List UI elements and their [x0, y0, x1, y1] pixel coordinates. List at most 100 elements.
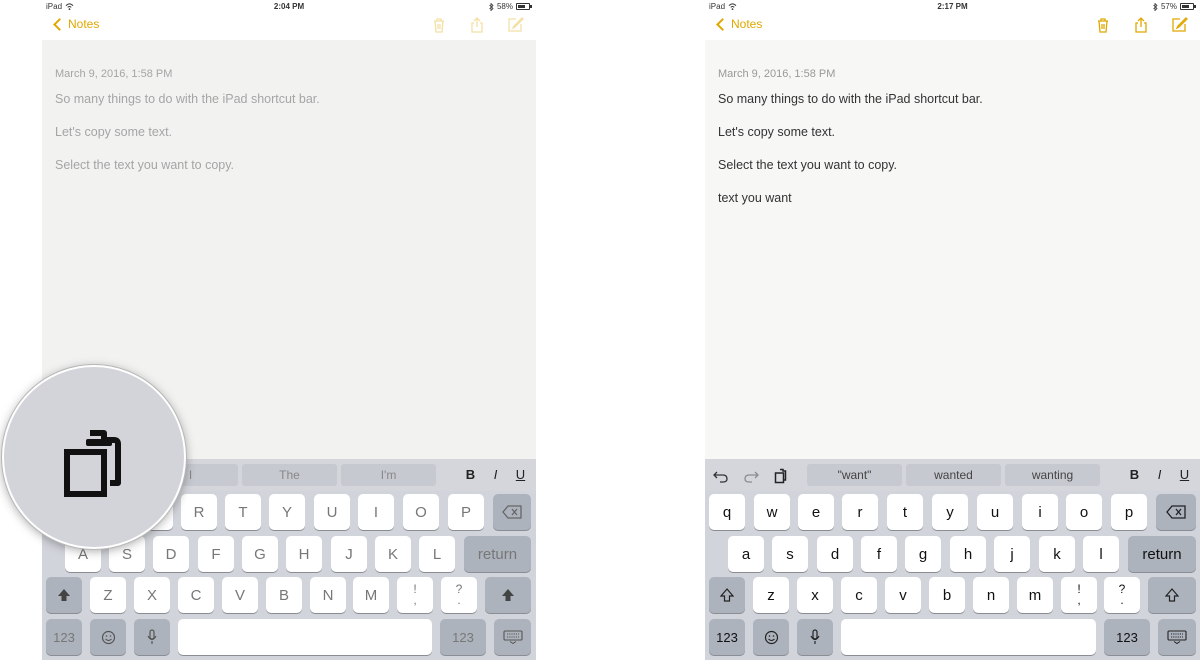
key-h[interactable]: h: [950, 536, 986, 572]
key-k[interactable]: K: [375, 536, 411, 572]
key-t[interactable]: T: [225, 494, 261, 530]
underline-button[interactable]: U: [515, 467, 526, 482]
key-j[interactable]: j: [994, 536, 1030, 572]
share-icon[interactable]: [1132, 16, 1150, 34]
key-v[interactable]: V: [222, 577, 258, 613]
key-r[interactable]: R: [181, 494, 217, 530]
key-k[interactable]: k: [1039, 536, 1075, 572]
bold-button[interactable]: B: [465, 467, 476, 482]
dictation-key[interactable]: [134, 619, 170, 655]
key-j[interactable]: J: [331, 536, 367, 572]
key-e[interactable]: e: [798, 494, 834, 530]
key-g[interactable]: g: [905, 536, 941, 572]
note-line[interactable]: Select the text you want to copy.: [718, 159, 983, 172]
key-x[interactable]: x: [797, 577, 833, 613]
note-line[interactable]: Let's copy some text.: [55, 126, 320, 139]
redo-icon[interactable]: [743, 468, 759, 484]
return-key[interactable]: return: [464, 536, 531, 572]
key-l[interactable]: l: [1083, 536, 1119, 572]
back-button[interactable]: Notes: [715, 17, 762, 31]
key-c[interactable]: C: [178, 577, 214, 613]
key-u[interactable]: u: [977, 494, 1013, 530]
dismiss-keyboard-key[interactable]: [494, 619, 531, 655]
key-m[interactable]: M: [353, 577, 389, 613]
key-o[interactable]: o: [1066, 494, 1102, 530]
key-x[interactable]: X: [134, 577, 170, 613]
note-body[interactable]: March 9, 2016, 1:58 PM So many things to…: [718, 68, 983, 225]
prediction-2[interactable]: The: [242, 464, 337, 486]
key-r[interactable]: r: [842, 494, 878, 530]
emoji-key[interactable]: [753, 619, 789, 655]
key-o[interactable]: O: [403, 494, 439, 530]
key-p[interactable]: p: [1111, 494, 1147, 530]
key-d[interactable]: d: [817, 536, 853, 572]
numbers-key-right[interactable]: 123: [440, 619, 486, 655]
return-key[interactable]: return: [1128, 536, 1196, 572]
key-f[interactable]: F: [198, 536, 234, 572]
key-p[interactable]: P: [448, 494, 484, 530]
key-n[interactable]: N: [310, 577, 346, 613]
key-y[interactable]: Y: [269, 494, 305, 530]
numbers-key-left[interactable]: 123: [46, 619, 82, 655]
trash-icon[interactable]: [1094, 16, 1112, 34]
prediction-3[interactable]: I'm: [341, 464, 436, 486]
key-s[interactable]: s: [772, 536, 808, 572]
key-a[interactable]: a: [728, 536, 764, 572]
key-n[interactable]: n: [973, 577, 1009, 613]
underline-button[interactable]: U: [1179, 467, 1190, 482]
shift-key-left[interactable]: [709, 577, 745, 613]
bold-button[interactable]: B: [1129, 467, 1140, 482]
key-z[interactable]: z: [753, 577, 789, 613]
note-line[interactable]: text you want: [718, 192, 983, 205]
key-u[interactable]: U: [314, 494, 350, 530]
shift-key-right[interactable]: [1148, 577, 1196, 613]
key-v[interactable]: v: [885, 577, 921, 613]
key-t[interactable]: t: [887, 494, 923, 530]
key-d[interactable]: D: [153, 536, 189, 572]
dismiss-keyboard-key[interactable]: [1158, 619, 1196, 655]
compose-icon[interactable]: [1170, 16, 1188, 34]
emoji-key[interactable]: [90, 619, 126, 655]
note-body[interactable]: March 9, 2016, 1:58 PM So many things to…: [55, 68, 320, 192]
paste-icon[interactable]: [773, 468, 789, 484]
shift-key-left[interactable]: [46, 577, 82, 613]
key-w[interactable]: w: [754, 494, 790, 530]
note-line[interactable]: So many things to do with the iPad short…: [718, 93, 983, 106]
space-key[interactable]: [841, 619, 1096, 655]
prediction-2[interactable]: wanted: [906, 464, 1001, 486]
key-m[interactable]: m: [1017, 577, 1053, 613]
back-button[interactable]: Notes: [52, 17, 99, 31]
key-exclaim-comma[interactable]: ! ,: [397, 577, 433, 613]
key-h[interactable]: H: [286, 536, 322, 572]
backspace-key[interactable]: [493, 494, 531, 530]
key-i[interactable]: i: [1022, 494, 1058, 530]
shift-key-right[interactable]: [485, 577, 531, 613]
key-question-period[interactable]: ? .: [441, 577, 477, 613]
key-exclaim-comma[interactable]: ! ,: [1061, 577, 1097, 613]
note-line[interactable]: So many things to do with the iPad short…: [55, 93, 320, 106]
compose-icon[interactable]: [506, 16, 524, 34]
numbers-key-left[interactable]: 123: [709, 619, 745, 655]
prediction-1[interactable]: "want": [807, 464, 902, 486]
space-key[interactable]: [178, 619, 432, 655]
key-b[interactable]: b: [929, 577, 965, 613]
key-y[interactable]: y: [932, 494, 968, 530]
share-icon[interactable]: [468, 16, 486, 34]
backspace-key[interactable]: [1156, 494, 1196, 530]
dictation-key[interactable]: [797, 619, 833, 655]
italic-button[interactable]: I: [490, 467, 501, 482]
note-line[interactable]: Select the text you want to copy.: [55, 159, 320, 172]
key-q[interactable]: q: [709, 494, 745, 530]
key-l[interactable]: L: [419, 536, 455, 572]
italic-button[interactable]: I: [1154, 467, 1165, 482]
prediction-3[interactable]: wanting: [1005, 464, 1100, 486]
undo-icon[interactable]: [713, 468, 729, 484]
numbers-key-right[interactable]: 123: [1104, 619, 1150, 655]
key-question-period[interactable]: ? .: [1104, 577, 1140, 613]
note-line[interactable]: Let's copy some text.: [718, 126, 983, 139]
key-f[interactable]: f: [861, 536, 897, 572]
key-g[interactable]: G: [242, 536, 278, 572]
key-c[interactable]: c: [841, 577, 877, 613]
trash-icon[interactable]: [430, 16, 448, 34]
key-z[interactable]: Z: [90, 577, 126, 613]
